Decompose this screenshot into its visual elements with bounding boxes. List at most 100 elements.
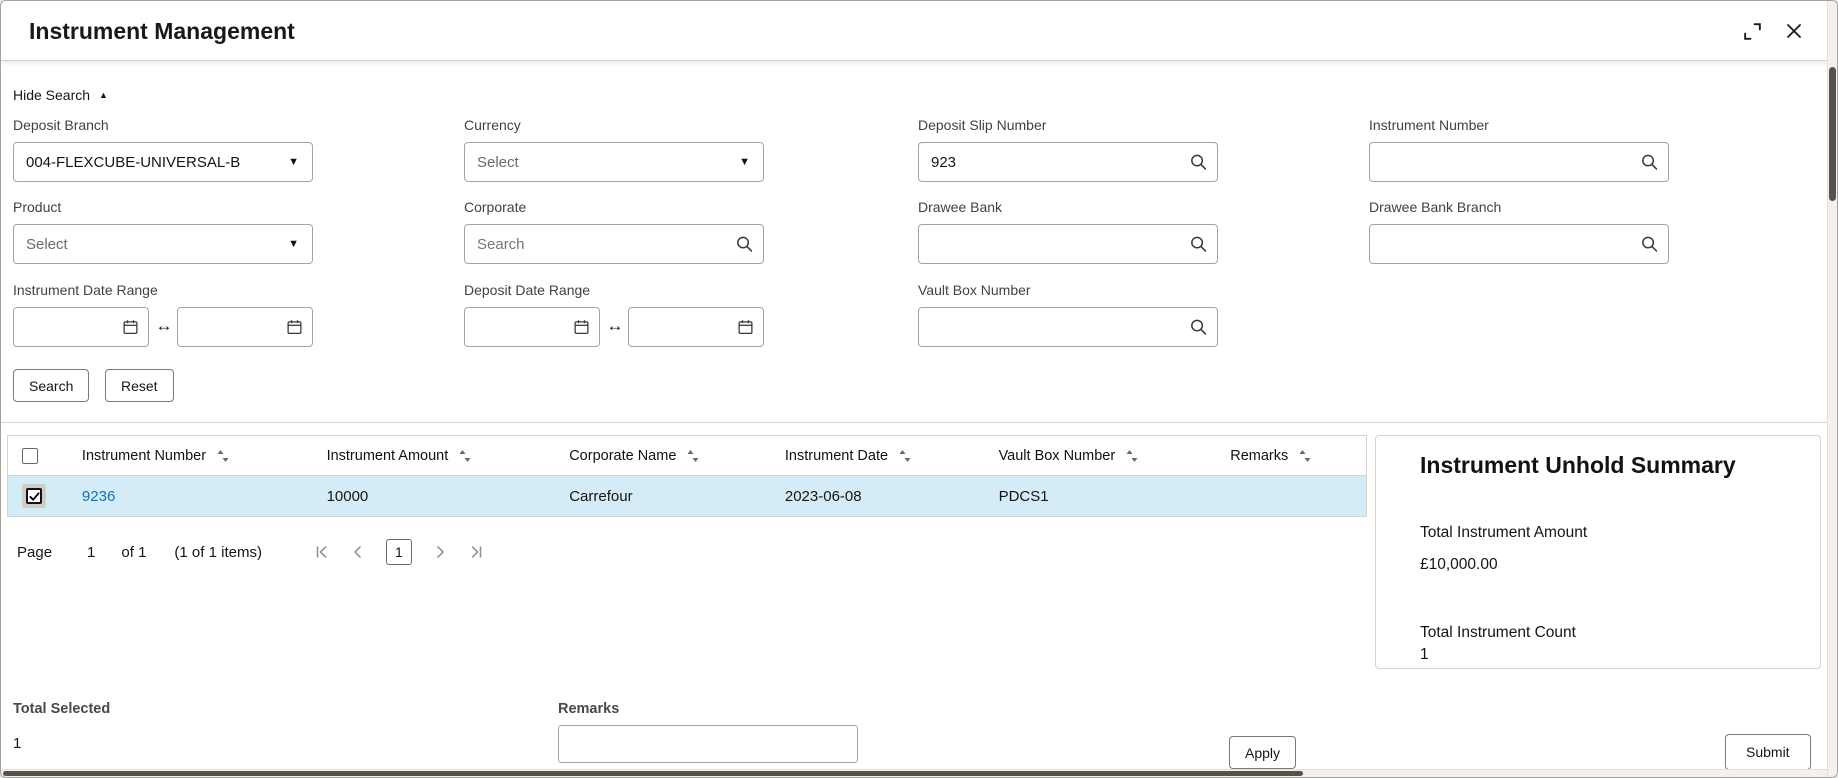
- horizontal-scrollbar-track[interactable]: [1, 769, 1828, 777]
- cell-instrument-date: 2023-06-08: [777, 488, 991, 505]
- vertical-scrollbar-track[interactable]: [1827, 1, 1837, 778]
- cell-corporate-name: Carrefour: [561, 488, 777, 505]
- product-label: Product: [13, 199, 313, 215]
- sort-icon: [217, 449, 229, 463]
- drawee-bank-branch-control: [1369, 224, 1669, 264]
- results-table: Instrument Number Instrument Amount Corp…: [7, 435, 1367, 517]
- summary-title: Instrument Unhold Summary: [1420, 452, 1736, 479]
- close-icon[interactable]: [1781, 18, 1807, 44]
- drawee-bank-branch-input[interactable]: [1370, 225, 1668, 263]
- resize-window-icon[interactable]: [1739, 18, 1765, 44]
- deposit-branch-field: Deposit Branch 004-FLEXCUBE-UNIVERSAL-B …: [13, 117, 313, 182]
- instrument-number-label: Instrument Number: [1369, 117, 1669, 133]
- dropdown-arrow-icon: ▼: [739, 157, 750, 168]
- column-header-instrument-amount[interactable]: Instrument Amount: [319, 448, 562, 464]
- sort-icon: [1126, 449, 1138, 463]
- calendar-icon[interactable]: [122, 319, 139, 336]
- dropdown-arrow-icon: ▼: [288, 157, 299, 168]
- currency-field: Currency Select ▼: [464, 117, 764, 182]
- corporate-search-input[interactable]: [465, 225, 763, 263]
- vault-box-number-field: Vault Box Number: [918, 282, 1218, 347]
- drawee-bank-field: Drawee Bank: [918, 199, 1218, 264]
- calendar-icon[interactable]: [737, 319, 754, 336]
- table-header-row: Instrument Number Instrument Amount Corp…: [8, 436, 1366, 476]
- previous-page-icon[interactable]: [350, 544, 366, 560]
- instrument-number-input[interactable]: [1370, 143, 1668, 181]
- drawee-bank-input[interactable]: [919, 225, 1217, 263]
- page-of-label: of 1: [121, 544, 146, 561]
- section-divider: [1, 422, 1829, 423]
- next-page-icon[interactable]: [432, 544, 448, 560]
- total-selected-value: 1: [13, 735, 21, 752]
- hide-search-label: Hide Search: [13, 87, 90, 103]
- instrument-number-field: Instrument Number: [1369, 117, 1669, 182]
- cell-vault-box-number: PDCS1: [991, 488, 1223, 505]
- deposit-slip-number-label: Deposit Slip Number: [918, 117, 1218, 133]
- search-icon[interactable]: [1189, 318, 1208, 337]
- total-instrument-count-label: Total Instrument Count: [1420, 624, 1576, 642]
- current-page-box[interactable]: 1: [386, 539, 412, 565]
- row-select-cell: [8, 484, 74, 508]
- deposit-date-range-label: Deposit Date Range: [464, 282, 776, 298]
- instrument-number-control: [1369, 142, 1669, 182]
- sort-icon: [459, 449, 471, 463]
- instrument-date-from-control: [13, 307, 149, 347]
- cell-instrument-amount: 10000: [319, 488, 562, 505]
- deposit-date-range-field: Deposit Date Range ↔: [464, 282, 776, 347]
- remarks-input[interactable]: [558, 725, 858, 763]
- search-icon[interactable]: [1189, 235, 1208, 254]
- remarks-label: Remarks: [558, 701, 619, 717]
- search-icon[interactable]: [735, 235, 754, 254]
- column-header-vault-box-number[interactable]: Vault Box Number: [991, 448, 1223, 464]
- select-all-cell: [8, 448, 74, 464]
- column-header-instrument-date[interactable]: Instrument Date: [777, 448, 991, 464]
- currency-select[interactable]: Select ▼: [464, 142, 764, 182]
- pagination: Page 1 of 1 (1 of 1 items) 1: [17, 537, 484, 567]
- column-header-corporate-name[interactable]: Corporate Name: [561, 448, 777, 464]
- table-row[interactable]: 9236 10000 Carrefour 2023-06-08 PDCS1: [8, 476, 1366, 516]
- calendar-icon[interactable]: [573, 319, 590, 336]
- last-page-icon[interactable]: [468, 544, 484, 560]
- deposit-slip-number-input[interactable]: [919, 143, 1217, 181]
- search-icon[interactable]: [1640, 235, 1659, 254]
- row-checkbox[interactable]: [26, 488, 42, 504]
- page-title: Instrument Management: [29, 1, 295, 61]
- reset-button[interactable]: Reset: [105, 369, 174, 402]
- apply-button[interactable]: Apply: [1229, 736, 1296, 769]
- product-select[interactable]: Select ▼: [13, 224, 313, 264]
- product-value: Select: [14, 236, 312, 253]
- range-separator-icon: ↔: [603, 316, 627, 336]
- deposit-date-from-control: [464, 307, 600, 347]
- drawee-bank-branch-field: Drawee Bank Branch: [1369, 199, 1669, 264]
- submit-button[interactable]: Submit: [1725, 734, 1811, 770]
- deposit-branch-value: 004-FLEXCUBE-UNIVERSAL-B: [14, 154, 312, 171]
- column-header-instrument-number[interactable]: Instrument Number: [74, 448, 319, 464]
- drawee-bank-label: Drawee Bank: [918, 199, 1218, 215]
- total-selected-label: Total Selected: [13, 701, 110, 717]
- sort-icon: [1299, 449, 1311, 463]
- search-icon[interactable]: [1189, 153, 1208, 172]
- first-page-icon[interactable]: [314, 544, 330, 560]
- instrument-unhold-summary-panel: Instrument Unhold Summary Total Instrume…: [1375, 435, 1821, 669]
- page-number-value[interactable]: 1: [87, 544, 95, 561]
- column-header-remarks[interactable]: Remarks: [1222, 448, 1366, 464]
- horizontal-scrollbar-thumb[interactable]: [3, 771, 1303, 776]
- deposit-slip-number-field: Deposit Slip Number: [918, 117, 1218, 182]
- page-items-label: (1 of 1 items): [174, 544, 262, 561]
- vertical-scrollbar-thumb[interactable]: [1829, 67, 1836, 201]
- deposit-branch-label: Deposit Branch: [13, 117, 313, 133]
- vault-box-number-input[interactable]: [919, 308, 1217, 346]
- select-all-checkbox[interactable]: [22, 448, 38, 464]
- search-icon[interactable]: [1640, 153, 1659, 172]
- instrument-number-link[interactable]: 9236: [82, 488, 115, 505]
- vault-box-number-control: [918, 307, 1218, 347]
- instrument-date-range-label: Instrument Date Range: [13, 282, 325, 298]
- total-instrument-amount-label: Total Instrument Amount: [1420, 524, 1587, 542]
- calendar-icon[interactable]: [286, 319, 303, 336]
- search-button[interactable]: Search: [13, 369, 89, 402]
- hide-search-toggle[interactable]: Hide Search ▲: [13, 87, 108, 103]
- deposit-branch-select[interactable]: 004-FLEXCUBE-UNIVERSAL-B ▼: [13, 142, 313, 182]
- page-label: Page: [17, 544, 52, 561]
- instrument-management-window: Instrument Management Hide Search ▲ Depo…: [0, 0, 1838, 778]
- instrument-date-to-control: [177, 307, 313, 347]
